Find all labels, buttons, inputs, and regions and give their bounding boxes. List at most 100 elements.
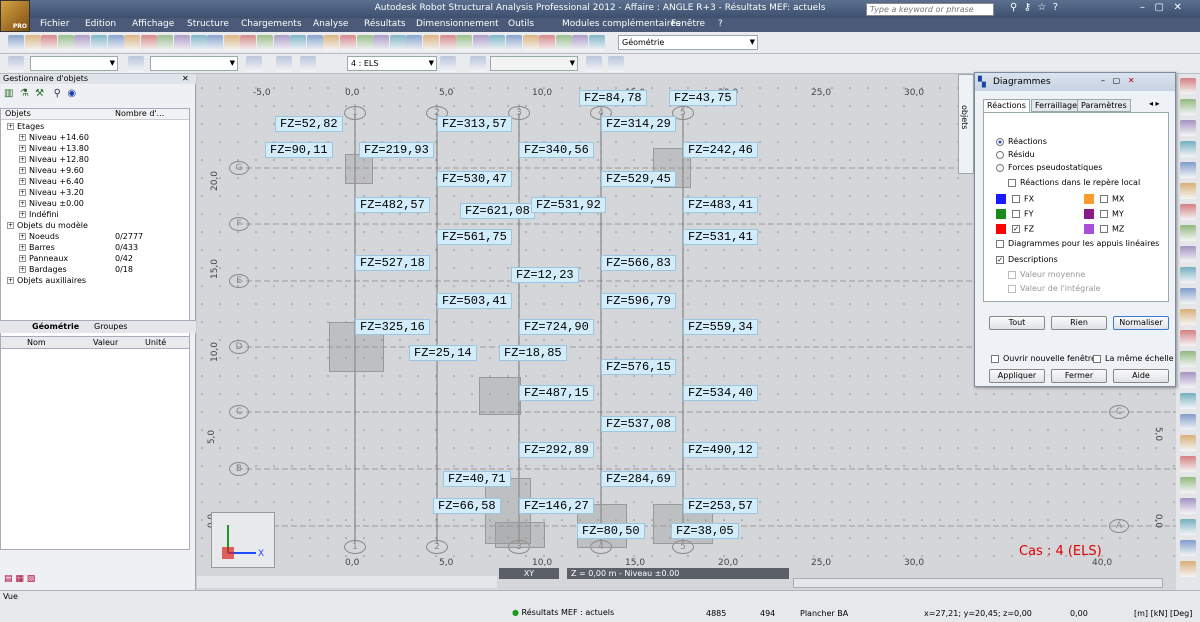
reaction-label[interactable]: FZ=38,05 — [671, 523, 739, 539]
toolbar-button[interactable] — [257, 35, 273, 51]
reaction-label[interactable]: FZ=724,90 — [519, 319, 594, 335]
toolbar-button[interactable] — [608, 56, 624, 72]
option-reactions[interactable]: Réactions — [996, 137, 1047, 146]
option-residual[interactable]: Résidu — [996, 150, 1035, 159]
tool-button[interactable] — [1180, 393, 1196, 409]
menu-item[interactable]: Fenêtre — [671, 19, 705, 29]
toolbar-button[interactable] — [306, 35, 323, 51]
reaction-label[interactable]: FZ=621,08 — [460, 203, 535, 219]
toolbar-button[interactable] — [207, 35, 224, 51]
reaction-label[interactable]: FZ=490,12 — [683, 442, 758, 458]
toolbar-button[interactable] — [124, 35, 141, 51]
toolbar-button[interactable] — [439, 35, 456, 51]
component-mz[interactable]: MZ — [1084, 224, 1124, 234]
selection-combo[interactable]: ▼ — [150, 56, 238, 71]
tree-item[interactable]: + Niveau ±0.00 — [19, 198, 84, 209]
tool-button[interactable] — [1180, 456, 1196, 472]
color-swatch[interactable] — [996, 209, 1006, 219]
toolbar-button[interactable] — [489, 35, 506, 51]
structure-type-combo[interactable]: ▼ — [30, 56, 118, 71]
close-icon[interactable]: ✕ — [1128, 76, 1135, 85]
linear-supports-checkbox[interactable]: Diagrammes pour les appuis linéaires — [996, 239, 1159, 248]
tab-geometry[interactable]: Géométrie — [32, 322, 79, 331]
properties-grid[interactable]: Nom Valeur Unité — [0, 336, 190, 550]
descriptions-checkbox[interactable]: ✓ Descriptions — [996, 255, 1058, 264]
view-label[interactable]: XY — [499, 568, 559, 579]
component-my[interactable]: MY — [1084, 209, 1124, 219]
toolbar-button[interactable] — [470, 56, 486, 72]
reaction-label[interactable]: FZ=596,79 — [601, 293, 676, 309]
close-icon[interactable]: ✕ — [182, 74, 189, 83]
toolbar-button[interactable] — [174, 35, 190, 51]
expand-icon[interactable]: + — [19, 211, 26, 218]
toolbar-button[interactable] — [107, 35, 124, 51]
tree-item[interactable]: + Niveau +9.60 — [19, 165, 84, 176]
reaction-label[interactable]: FZ=325,16 — [355, 319, 430, 335]
tree-item[interactable]: + Niveau +13.80 — [19, 143, 89, 154]
toolbar-button[interactable] — [440, 56, 456, 72]
reaction-label[interactable]: FZ=487,15 — [519, 385, 594, 401]
layout-combo[interactable]: Géométrie ▼ — [618, 35, 758, 50]
expand-icon[interactable]: + — [19, 178, 26, 185]
reaction-label[interactable]: FZ=531,92 — [531, 197, 606, 213]
expand-icon[interactable]: + — [19, 156, 26, 163]
expand-icon[interactable]: + — [19, 244, 26, 251]
expand-icon[interactable]: + — [19, 233, 26, 240]
reaction-label[interactable]: FZ=527,18 — [355, 255, 430, 271]
units-display[interactable]: [m] [kN] [Deg] — [1134, 609, 1192, 618]
reaction-label[interactable]: FZ=537,08 — [601, 416, 676, 432]
app-logo[interactable]: PRO — [0, 0, 30, 32]
color-swatch[interactable] — [1084, 224, 1094, 234]
expand-icon[interactable]: + — [19, 145, 26, 152]
reaction-label[interactable]: FZ=534,40 — [683, 385, 758, 401]
toolbar-button[interactable] — [423, 35, 439, 51]
reaction-label[interactable]: FZ=561,75 — [437, 229, 512, 245]
expand-icon[interactable]: + — [19, 266, 26, 273]
tool-button[interactable] — [1180, 99, 1196, 115]
reaction-label[interactable]: FZ=340,56 — [519, 142, 594, 158]
option-pseudostatic[interactable]: Forces pseudostatiques — [996, 163, 1102, 172]
tab-parameters[interactable]: Paramètres — [1077, 99, 1131, 112]
component-fx[interactable]: FX — [996, 194, 1034, 204]
toolbar-button[interactable] — [323, 35, 340, 51]
reaction-label[interactable]: FZ=313,57 — [437, 116, 512, 132]
toolbar-button[interactable] — [128, 56, 144, 72]
tool-button[interactable] — [1180, 120, 1196, 136]
reaction-label[interactable]: FZ=482,57 — [355, 197, 430, 213]
menu-item[interactable]: Modules complémentaires — [562, 19, 681, 29]
expand-icon[interactable]: + — [19, 200, 26, 207]
expand-icon[interactable]: + — [7, 123, 14, 130]
toolbar-button[interactable] — [572, 35, 589, 51]
tool-button[interactable] — [1180, 225, 1196, 241]
menu-item[interactable]: Chargements — [241, 19, 302, 29]
tool-button[interactable] — [1180, 246, 1196, 262]
tab-scroll-arrows[interactable]: ◂ ▸ — [1149, 99, 1160, 108]
tool-button[interactable] — [1180, 162, 1196, 178]
funnel-icon[interactable]: ⚗ — [20, 88, 29, 99]
tree-item[interactable]: + Indéfini — [19, 209, 59, 220]
reaction-label[interactable]: FZ=219,93 — [359, 142, 434, 158]
component-fz[interactable]: ✓ FZ — [996, 224, 1034, 234]
search-input[interactable]: Type a keyword or phrase — [866, 3, 994, 16]
toolbar-button[interactable] — [41, 35, 58, 51]
reaction-label[interactable]: FZ=43,75 — [669, 90, 737, 106]
toolbar-button[interactable] — [586, 56, 602, 72]
menu-item[interactable]: Outils — [508, 19, 534, 29]
toolbar-button[interactable] — [300, 56, 316, 72]
local-frame-checkbox[interactable]: Réactions dans le repère local — [1008, 178, 1140, 187]
menu-item[interactable]: Dimensionnement — [416, 19, 499, 29]
toolbar-button[interactable] — [157, 35, 174, 51]
tab-reinforcement[interactable]: Ferraillage — [1031, 99, 1081, 112]
same-scale-checkbox[interactable]: La même échelle — [1093, 354, 1174, 363]
close-icon[interactable]: ✕ — [1174, 2, 1182, 13]
toolbar-button[interactable] — [472, 35, 489, 51]
level-label[interactable]: Z = 0,00 m - Niveau ±0.00 — [567, 568, 789, 579]
toolbar-button[interactable] — [589, 35, 605, 51]
toolbar-button[interactable] — [140, 35, 157, 51]
toolbar-button[interactable] — [240, 35, 257, 51]
tool-button[interactable] — [1180, 267, 1196, 283]
tree-item[interactable]: + Noeuds — [19, 231, 59, 242]
reaction-label[interactable]: FZ=559,34 — [683, 319, 758, 335]
toolbar-button[interactable] — [24, 35, 41, 51]
toolbar-button[interactable] — [539, 35, 556, 51]
